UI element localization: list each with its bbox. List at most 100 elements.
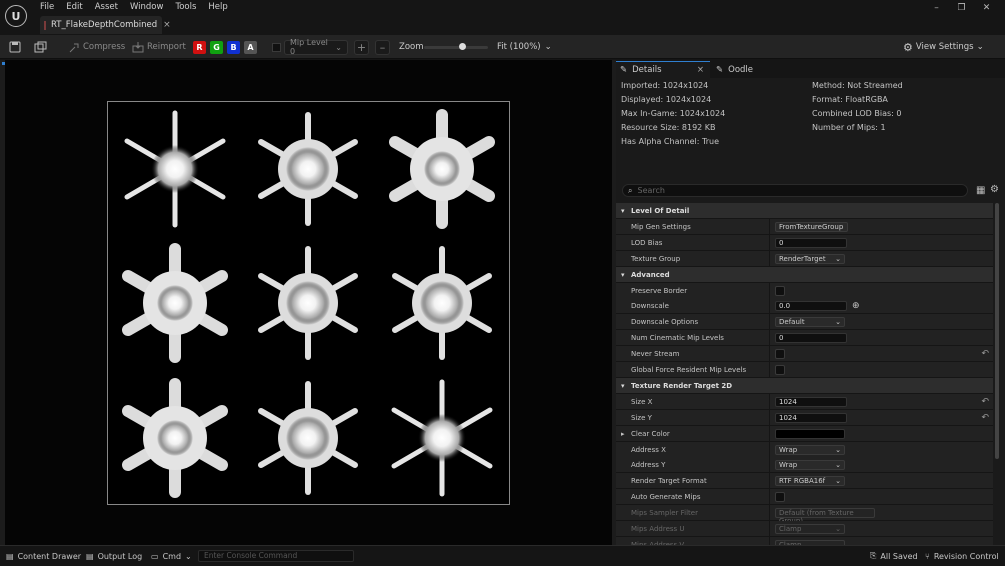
lod-bias-field[interactable]: 0 [775, 237, 847, 248]
mips-address-u-dropdown[interactable]: Clamp ⌄ [775, 524, 845, 534]
never-stream-checkbox[interactable] [775, 349, 785, 360]
category-texture-render-target-2d[interactable]: ▾ Texture Render Target 2D [616, 377, 993, 394]
column-divider [769, 314, 770, 331]
toolbar: Compress Reimport R G B A Mip Level 0 ⌄ +… [0, 35, 1005, 59]
content-drawer-icon: ▤ [6, 551, 14, 561]
column-divider [769, 346, 770, 363]
document-tab[interactable]: RT_FlakeDepthCombined × [40, 16, 171, 34]
mip-increase-button[interactable]: + [354, 35, 369, 59]
menu-asset[interactable]: Asset [89, 1, 124, 13]
global-force-resident-mip-levels-checkbox[interactable] [775, 365, 785, 375]
search-placeholder: Search [637, 186, 665, 195]
category-level-of-detail[interactable]: ▾ Level Of Detail [616, 203, 993, 219]
content-drawer-button[interactable]: ▤ Content Drawer [6, 546, 81, 566]
green-channel-toggle[interactable]: G [210, 40, 223, 54]
mips-sampler-filter-dropdown[interactable]: Default (from Texture Group) ⌄ [775, 508, 875, 525]
save-icon[interactable] [9, 35, 21, 59]
pencil-icon: ✎ [716, 64, 724, 75]
unreal-logo-icon[interactable]: U [5, 5, 27, 27]
property-label: Address X [631, 445, 666, 454]
property-label: Mip Gen Settings [631, 222, 691, 231]
mip-checkbox[interactable] [272, 35, 281, 59]
property-row-num-cinematic-mip-levels: Num Cinematic Mip Levels 0 [616, 330, 993, 347]
revision-control-button[interactable]: ⑂ Revision Control [925, 546, 999, 566]
category-advanced[interactable]: ▾ Advanced [616, 266, 993, 283]
menu-window[interactable]: Window [124, 1, 170, 13]
mip-gen-settings-dropdown[interactable]: FromTextureGroup ⌄ [775, 221, 848, 239]
clear-color-swatch[interactable] [775, 428, 845, 439]
dropdown-value: Wrap [779, 461, 798, 470]
property-row-mips-sampler-filter: Mips Sampler Filter Default (from Texture… [616, 505, 993, 525]
mip-level-dropdown[interactable]: Mip Level 0 ⌄ [284, 35, 348, 59]
reset-to-default-icon[interactable]: ↶ [981, 394, 989, 410]
tab-oodle[interactable]: ✎ Oodle [714, 61, 753, 78]
size-y-field[interactable]: 1024 [775, 412, 847, 423]
texture-group-dropdown[interactable]: RenderTarget ⌄ [775, 253, 845, 264]
expand-arrow-icon[interactable]: ▾ [621, 267, 625, 283]
downscale-options-dropdown[interactable]: Default ⌄ [775, 317, 845, 328]
property-label: Never Stream [631, 350, 680, 359]
tab-details[interactable]: ✎ Details × [616, 61, 710, 78]
menu-file[interactable]: File [34, 1, 60, 13]
revision-control-label: Revision Control [933, 551, 999, 561]
expand-arrow-icon[interactable]: ▾ [621, 203, 625, 219]
close-icon[interactable]: × [697, 65, 704, 75]
grid-view-icon[interactable]: ▦ [976, 185, 985, 196]
texture-preview[interactable] [107, 101, 510, 505]
cmd-dropdown[interactable]: ▭ Cmd ⌄ [151, 546, 192, 566]
zoom-slider-handle[interactable] [459, 42, 467, 50]
expand-arrow-icon[interactable]: ▾ [621, 378, 625, 394]
menu-help[interactable]: Help [202, 1, 233, 13]
zoom-slider[interactable] [424, 35, 488, 59]
downscale-field[interactable]: 0.0 [775, 301, 847, 312]
reimport-button[interactable]: Reimport [132, 35, 186, 59]
minimize-button[interactable]: – [924, 3, 949, 13]
red-channel-toggle[interactable]: R [193, 40, 206, 54]
dropdown-value: Default [779, 318, 805, 327]
address-y-dropdown[interactable]: Wrap ⌄ [775, 460, 845, 471]
browse-asset-icon[interactable] [34, 35, 47, 59]
close-window-button[interactable]: ✕ [974, 3, 999, 13]
alpha-channel-toggle[interactable]: A [244, 40, 257, 54]
property-row-lod-bias: LOD Bias 0 [616, 234, 993, 251]
reset-to-default-icon[interactable]: ↶ [981, 346, 989, 362]
channel-toggles: R G B A [193, 35, 257, 59]
property-label: Global Force Resident Mip Levels [631, 366, 747, 374]
console-input[interactable]: Enter Console Command [198, 550, 354, 562]
info-has-alpha: Has Alpha Channel: True [621, 137, 719, 146]
menu-edit[interactable]: Edit [60, 1, 88, 13]
column-divider [769, 457, 770, 474]
details-search-input[interactable]: ⌕ Search [622, 184, 968, 197]
document-tab-title: RT_FlakeDepthCombined [51, 20, 158, 30]
address-x-dropdown[interactable]: Wrap ⌄ [775, 444, 845, 455]
add-icon[interactable]: ⊕ [852, 298, 860, 314]
preserve-border-checkbox[interactable] [775, 285, 785, 296]
restore-button[interactable]: ❐ [949, 3, 974, 13]
reset-to-default-icon[interactable]: ↶ [981, 410, 989, 426]
details-scrollbar[interactable] [995, 203, 999, 459]
view-settings-button[interactable]: ⚙ View Settings ⌄ [903, 35, 984, 59]
menu-tools[interactable]: Tools [169, 1, 202, 13]
info-combined-lod-bias: Combined LOD Bias: 0 [812, 109, 902, 118]
num-cinematic-mip-levels-field[interactable]: 0 [775, 333, 847, 344]
compress-icon [69, 43, 79, 52]
all-saved-button[interactable]: ⎘ All Saved [870, 546, 918, 566]
blue-channel-toggle[interactable]: B [227, 40, 240, 54]
view-settings-label: View Settings [915, 42, 974, 52]
info-max-in-game: Max In-Game: 1024x1024 [621, 109, 726, 118]
render-target-format-dropdown[interactable]: RTF RGBA16f ⌄ [775, 476, 845, 487]
output-log-button[interactable]: ▤ Output Log [86, 546, 142, 566]
zoom-fit-dropdown[interactable]: Fit (100%) ⌄ [497, 35, 552, 59]
reimport-label: Reimport [147, 42, 186, 52]
property-label: Render Target Format [631, 477, 707, 486]
mip-decrease-button[interactable]: – [375, 35, 390, 59]
property-label: Texture Group [631, 254, 681, 263]
auto-generate-mips-checkbox[interactable] [775, 492, 785, 503]
compress-button[interactable]: Compress [69, 35, 125, 59]
size-x-field[interactable]: 1024 [775, 396, 847, 407]
texture-info: Imported: 1024x1024 Displayed: 1024x1024… [616, 78, 1005, 184]
settings-gear-icon[interactable]: ⚙ [990, 184, 999, 195]
close-tab-icon[interactable]: × [163, 20, 171, 30]
save-status-icon: ⎘ [870, 551, 877, 560]
expand-arrow-icon[interactable]: ▸ [621, 426, 625, 442]
